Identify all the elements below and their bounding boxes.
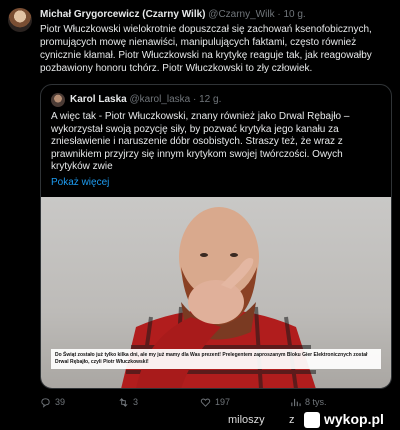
like-count: 197 <box>215 397 231 407</box>
author-avatar[interactable] <box>8 8 32 32</box>
repost-button[interactable]: 3 <box>118 395 200 409</box>
author-name[interactable]: Michał Grygorcewicz (Czarny Wilk) <box>40 9 206 20</box>
quote-time: · 12 g. <box>193 94 222 105</box>
quote-text: A więc tak - Piotr Włuczkowski, znany ró… <box>51 111 350 173</box>
reply-button[interactable]: 39 <box>40 395 118 409</box>
repost-icon <box>119 397 128 407</box>
image-caption: Do Świąt zostało już tylko kilka dni, al… <box>51 349 381 369</box>
reply-count: 39 <box>55 397 66 407</box>
views-icon <box>291 398 301 406</box>
wykop-logo-icon <box>304 412 320 428</box>
watermark-user: miloszy <box>228 414 265 426</box>
reply-icon <box>41 397 50 408</box>
quote-image[interactable]: Do Świąt zostało już tylko kilka dni, al… <box>41 197 391 388</box>
repost-count: 3 <box>133 397 139 407</box>
tweet-header: Michał Grygorcewicz (Czarny Wilk) @Czarn… <box>40 8 306 21</box>
quote-author-handle[interactable]: @karol_laska <box>129 93 190 107</box>
tweet[interactable]: Michał Grygorcewicz (Czarny Wilk) @Czarn… <box>0 0 400 410</box>
like-button[interactable]: 197 <box>200 395 290 409</box>
views-button[interactable]: 8 tys. <box>290 395 360 409</box>
author-handle[interactable]: @Czarny_Wilk <box>208 9 274 20</box>
quote-author-name[interactable]: Karol Laska <box>70 93 127 107</box>
watermark-z: z <box>289 414 295 426</box>
watermark-site: wykop.pl <box>324 411 384 427</box>
tweet-time[interactable]: · 10 g. <box>277 9 305 20</box>
quote-header: Karol Laska @karol_laska · 12 g. <box>51 93 221 107</box>
views-count: 8 tys. <box>305 397 327 407</box>
quote-avatar[interactable] <box>51 93 65 107</box>
quoted-tweet[interactable]: Karol Laska @karol_laska · 12 g. A więc … <box>40 84 392 389</box>
show-more-link[interactable]: Pokaż więcej <box>51 177 109 188</box>
tweet-text: Piotr Włuczkowski wielokrotnie dopuszcza… <box>40 24 372 74</box>
heart-icon <box>200 398 211 407</box>
tweet-actions: 39 3 197 8 tys. <box>40 395 392 409</box>
